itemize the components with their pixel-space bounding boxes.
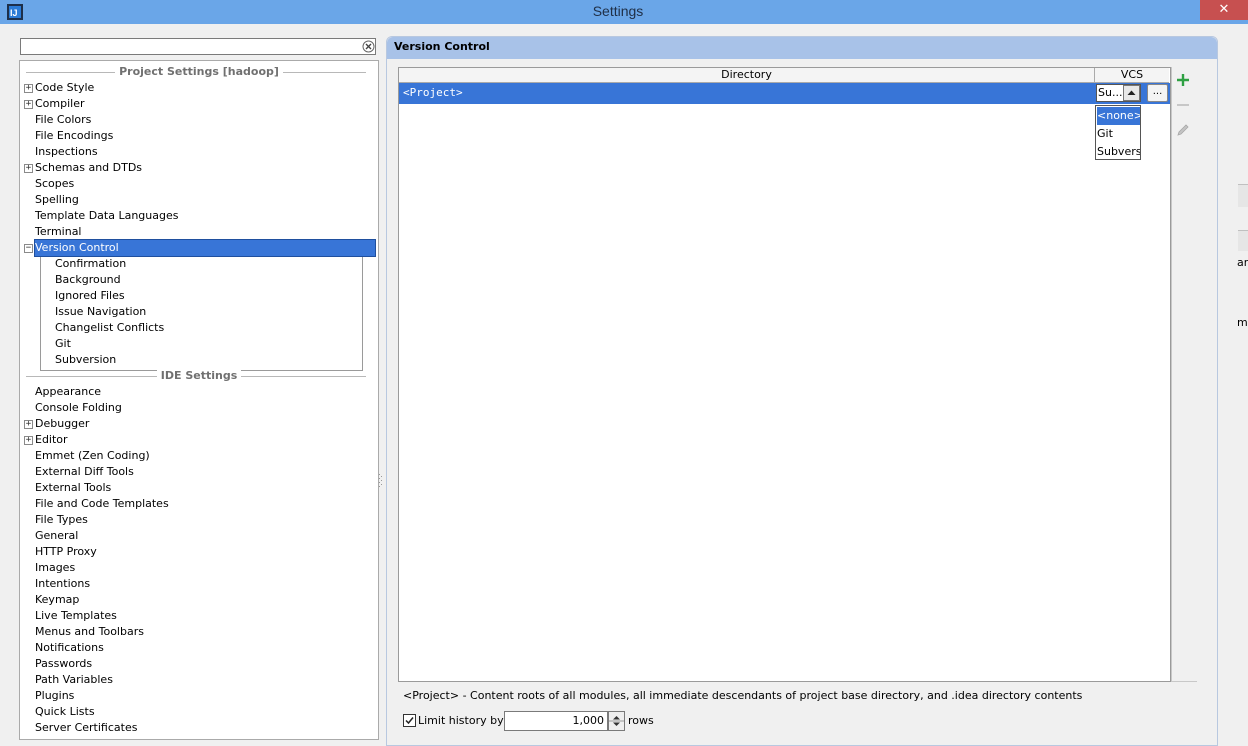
settings-tree: Project Settings [hadoop] + Code Style + Com… xyxy=(19,60,379,740)
vcs-dropdown-list: <none> Git Subversi xyxy=(1095,105,1141,160)
ide-settings-header: IDE Settings xyxy=(20,368,378,384)
tree-item-subversion[interactable]: Subversion xyxy=(55,352,116,368)
section-title: Project Settings [hadoop] xyxy=(115,65,283,78)
plus-icon xyxy=(1177,74,1189,86)
panel-title: Version Control xyxy=(394,40,490,53)
column-header-directory[interactable]: Directory xyxy=(399,68,1095,83)
checkmark-icon xyxy=(405,717,414,725)
tree-item-git[interactable]: Git xyxy=(55,336,71,352)
vcs-mappings-table xyxy=(398,67,1171,682)
tree-item-intentions[interactable]: Intentions xyxy=(35,576,90,592)
tree-item-terminal[interactable]: Terminal xyxy=(35,224,82,240)
expand-icon[interactable]: + xyxy=(24,100,33,109)
tree-item-code-style[interactable]: Code Style xyxy=(35,80,94,96)
background-fragment xyxy=(1238,230,1248,251)
tree-item-live-templates[interactable]: Live Templates xyxy=(35,608,117,624)
tree-item-external-tools[interactable]: External Tools xyxy=(35,480,111,496)
vcs-option[interactable]: Git xyxy=(1097,125,1113,143)
tree-item-notifications[interactable]: Notifications xyxy=(35,640,104,656)
expand-icon[interactable]: + xyxy=(24,436,33,445)
window-title: Settings xyxy=(592,3,644,19)
tree-item-emmet-zen-coding[interactable]: Emmet (Zen Coding) xyxy=(35,448,150,464)
remove-mapping-button[interactable] xyxy=(1174,96,1192,114)
chevron-up-icon[interactable] xyxy=(1123,85,1140,101)
tree-item-compiler[interactable]: Compiler xyxy=(35,96,85,112)
tree-item-background[interactable]: Background xyxy=(55,272,121,288)
tree-item-general[interactable]: General xyxy=(35,528,78,544)
tree-item-console-folding[interactable]: Console Folding xyxy=(35,400,122,416)
tree-item-debugger[interactable]: Debugger xyxy=(35,416,89,432)
vcs-description-text: <Project> - Content roots of all modules… xyxy=(403,689,1083,702)
tree-item-file-types[interactable]: File Types xyxy=(35,512,88,528)
tree-item-images[interactable]: Images xyxy=(35,560,75,576)
tree-item-schemas-and-dtds[interactable]: Schemas and DTDs xyxy=(35,160,142,176)
project-settings-header: Project Settings [hadoop] xyxy=(20,64,378,80)
collapse-icon[interactable]: − xyxy=(24,244,33,253)
tree-item-template-data-languages[interactable]: Template Data Languages xyxy=(35,208,178,224)
tree-item-ignored-files[interactable]: Ignored Files xyxy=(55,288,125,304)
limit-history-spinner[interactable] xyxy=(608,711,625,731)
background-fragment xyxy=(1238,184,1248,207)
expand-icon[interactable]: + xyxy=(24,420,33,429)
tree-item-editor[interactable]: Editor xyxy=(35,432,68,448)
tree-item-spelling[interactable]: Spelling xyxy=(35,192,79,208)
tree-item-scopes[interactable]: Scopes xyxy=(35,176,74,192)
add-mapping-button[interactable] xyxy=(1174,71,1192,89)
search-input[interactable] xyxy=(20,38,376,55)
tree-item-keymap[interactable]: Keymap xyxy=(35,592,79,608)
clear-search-icon[interactable] xyxy=(362,40,375,53)
tree-item-file-and-code-templates[interactable]: File and Code Templates xyxy=(35,496,169,512)
expand-icon[interactable]: + xyxy=(24,164,33,173)
tree-item-changelist-conflicts[interactable]: Changelist Conflicts xyxy=(55,320,164,336)
section-title: IDE Settings xyxy=(156,369,242,382)
column-header-vcs[interactable]: VCS xyxy=(1095,68,1169,83)
vcs-select-value: Su... xyxy=(1098,86,1123,99)
limit-history-checkbox[interactable] xyxy=(403,714,416,727)
tree-item-http-proxy[interactable]: HTTP Proxy xyxy=(35,544,97,560)
close-icon: ✕ xyxy=(1218,2,1230,17)
limit-history-suffix: rows xyxy=(628,714,654,727)
vcs-configure-button[interactable]: ... xyxy=(1147,84,1168,102)
tree-item-confirmation[interactable]: Confirmation xyxy=(55,256,126,272)
background-window-edge xyxy=(1238,24,1248,739)
vcs-option[interactable]: <none> xyxy=(1097,107,1140,125)
tree-item-menus-and-toolbars[interactable]: Menus and Toolbars xyxy=(35,624,144,640)
limit-history-label: Limit history by: xyxy=(418,714,507,727)
vcs-option[interactable]: Subversi xyxy=(1097,143,1140,159)
tree-item-version-control[interactable]: Version Control xyxy=(34,239,376,257)
minus-icon xyxy=(1177,104,1189,106)
tree-item-inspections[interactable]: Inspections xyxy=(35,144,98,160)
splitter-handle[interactable] xyxy=(379,474,383,488)
tree-item-external-diff-tools[interactable]: External Diff Tools xyxy=(35,464,134,480)
tree-item-plugins[interactable]: Plugins xyxy=(35,688,74,704)
table-row[interactable] xyxy=(399,83,1170,104)
tree-item-quick-lists[interactable]: Quick Lists xyxy=(35,704,95,720)
expand-icon[interactable]: + xyxy=(24,84,33,93)
table-toolbar xyxy=(1171,67,1197,682)
pencil-icon xyxy=(1177,124,1189,136)
background-text: ar xyxy=(1237,256,1248,269)
tree-item-file-encodings[interactable]: File Encodings xyxy=(35,128,113,144)
limit-history-input[interactable]: 1,000 xyxy=(504,711,608,731)
edit-mapping-button[interactable] xyxy=(1174,121,1192,139)
tree-item-issue-navigation[interactable]: Issue Navigation xyxy=(55,304,146,320)
directory-cell: <Project> xyxy=(403,86,463,99)
background-text: me xyxy=(1237,316,1248,329)
tree-item-path-variables[interactable]: Path Variables xyxy=(35,672,113,688)
panel-header xyxy=(387,37,1217,59)
tree-item-server-certificates[interactable]: Server Certificates xyxy=(35,720,137,736)
tree-item-passwords[interactable]: Passwords xyxy=(35,656,92,672)
tree-item-file-colors[interactable]: File Colors xyxy=(35,112,91,128)
tree-item-appearance[interactable]: Appearance xyxy=(35,384,101,400)
close-button[interactable]: ✕ xyxy=(1200,0,1248,20)
